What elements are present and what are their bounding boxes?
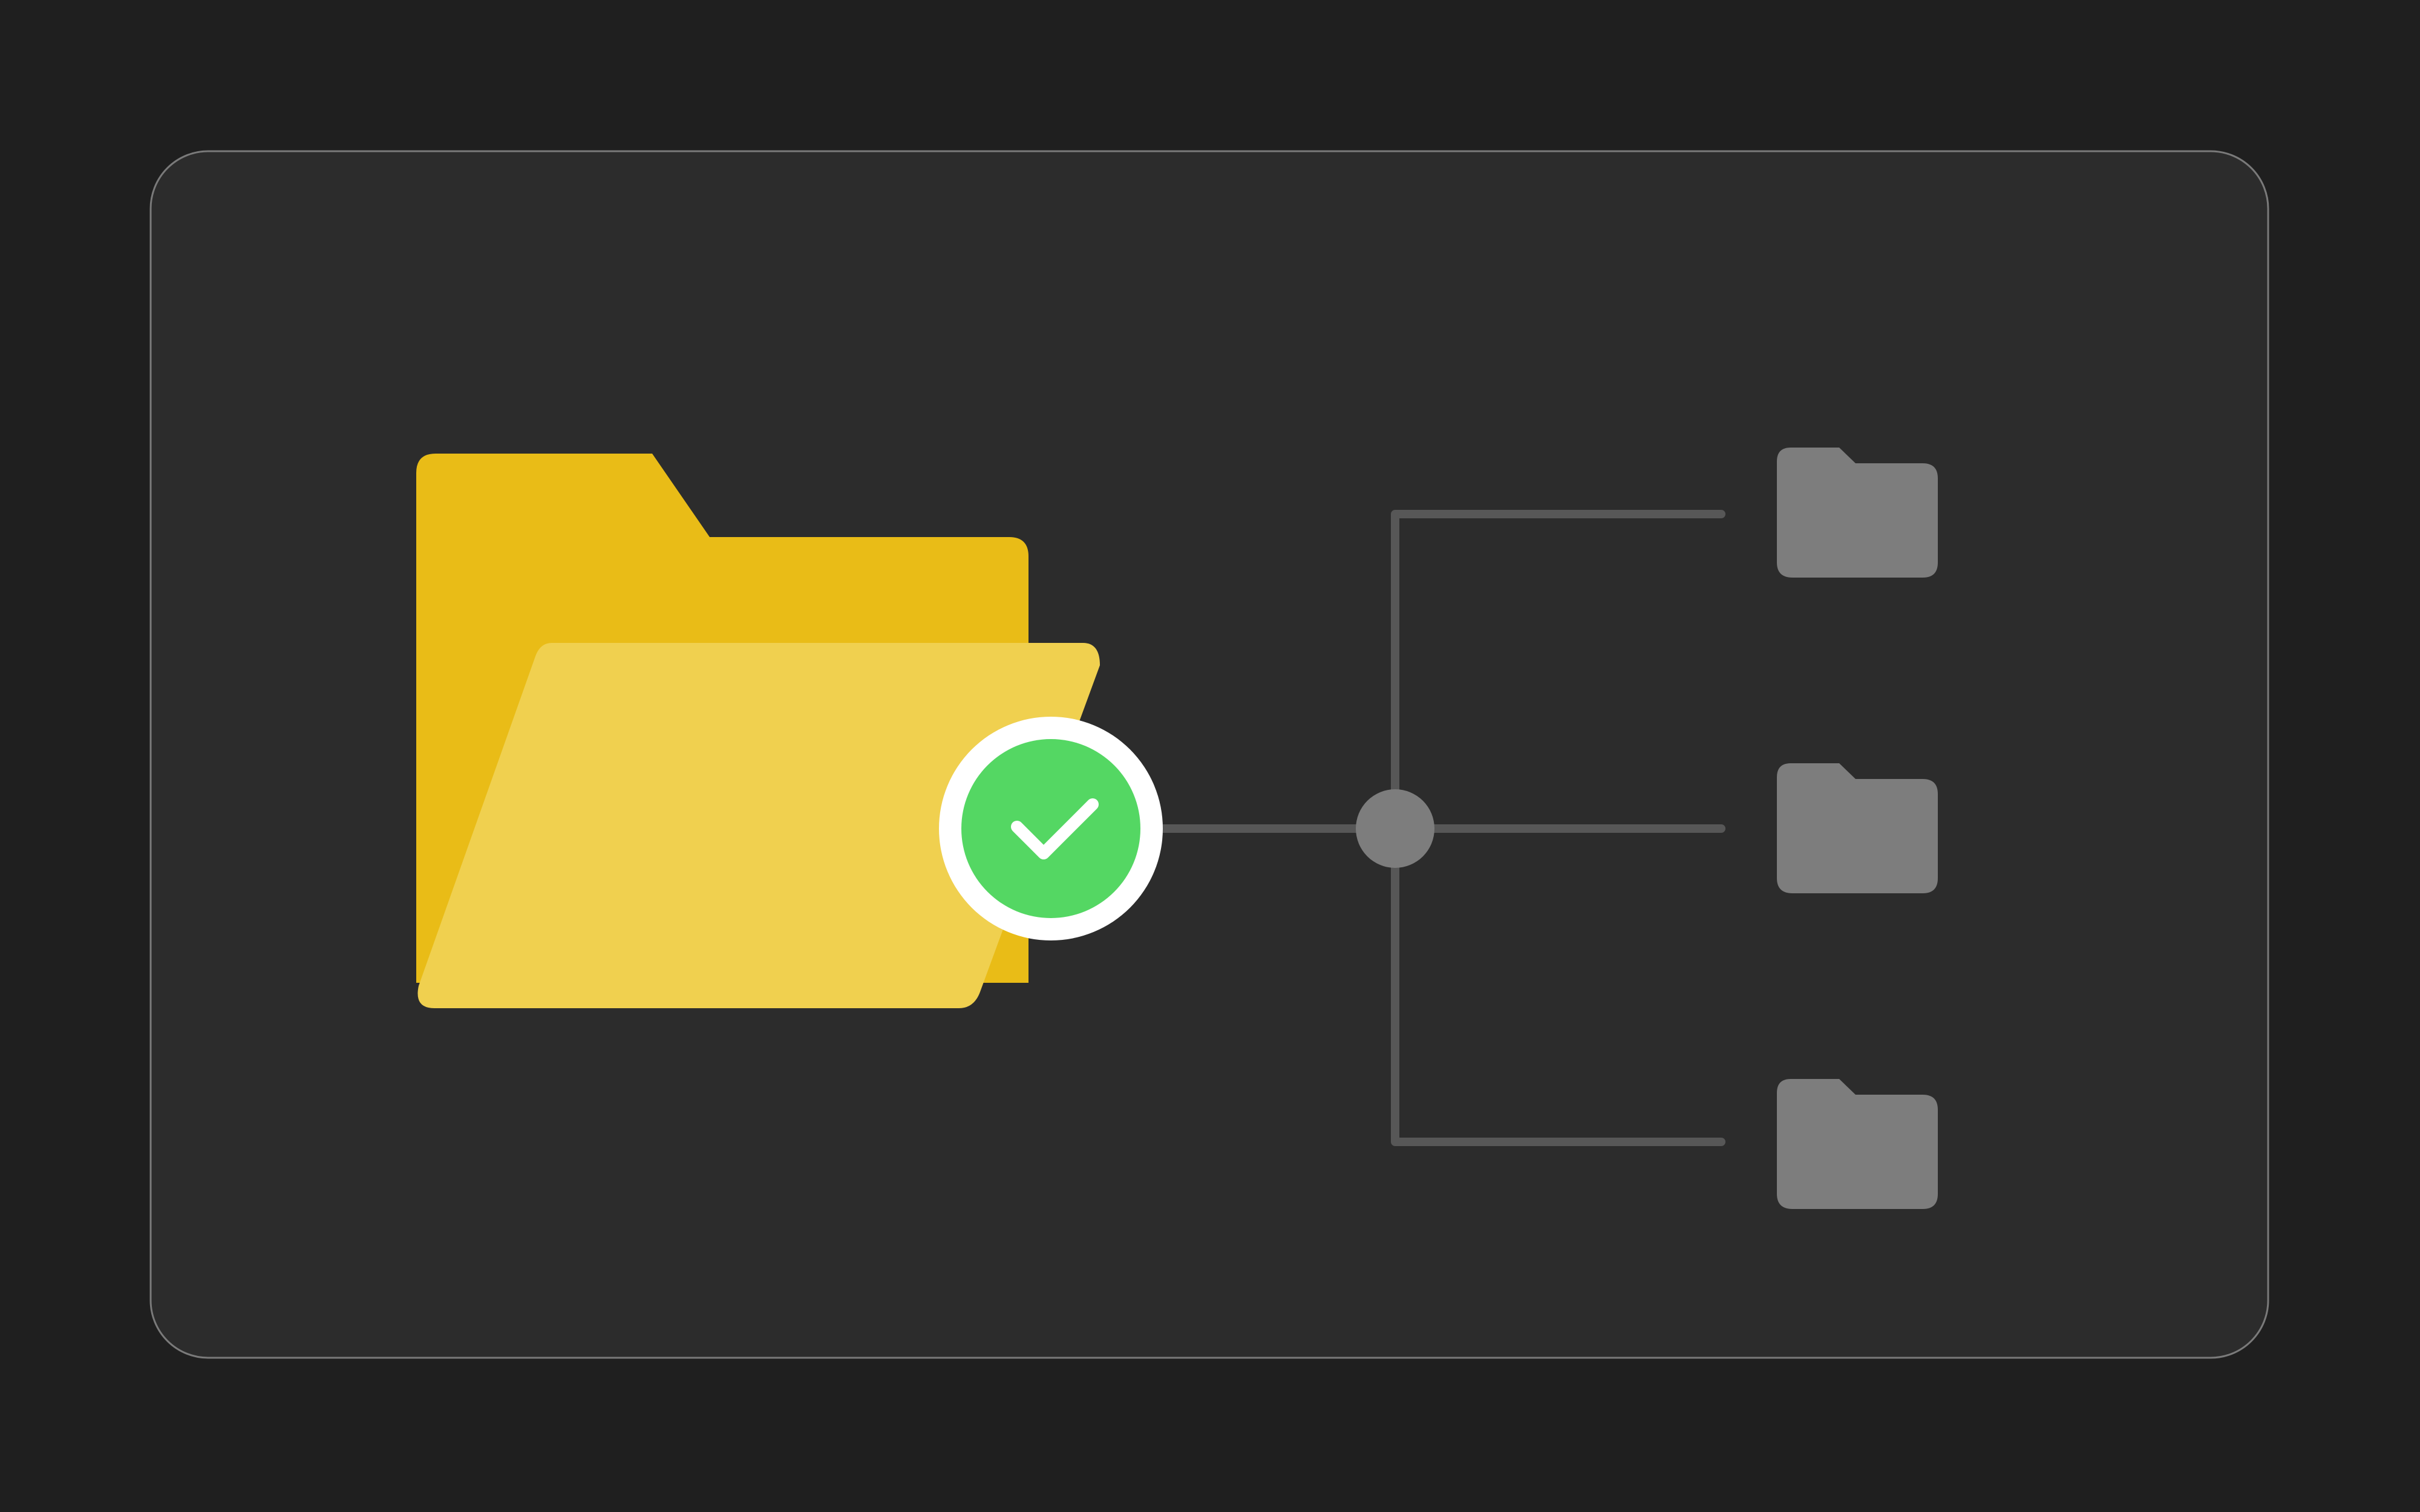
check-badge-fill bbox=[961, 739, 1140, 918]
folder-sync-illustration bbox=[149, 150, 2269, 1359]
check-circle-icon bbox=[939, 717, 1163, 940]
junction-node bbox=[1356, 789, 1434, 868]
folder-icon bbox=[1777, 1079, 1938, 1209]
child-folders bbox=[1777, 448, 1938, 1209]
folder-icon bbox=[1777, 448, 1938, 578]
folder-icon bbox=[1777, 763, 1938, 893]
